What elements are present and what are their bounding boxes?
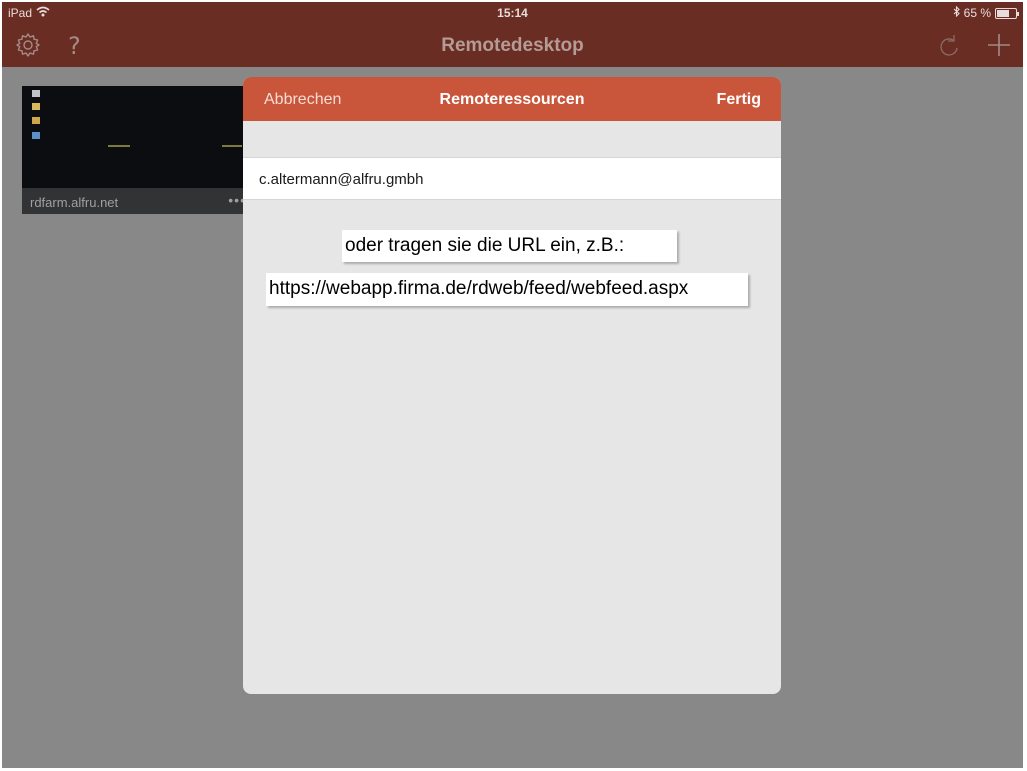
- email-field[interactable]: c.altermann@alfru.gmbh: [243, 157, 781, 200]
- status-right: 65 %: [953, 5, 1019, 20]
- email-value: c.altermann@alfru.gmbh: [259, 171, 424, 188]
- status-bar: iPad 15:14 65 %: [2, 2, 1023, 24]
- folder-icon: [32, 117, 40, 124]
- desktop-tile-caption: rdfarm.alfru.net •••: [22, 188, 252, 214]
- plus-icon[interactable]: [987, 33, 1011, 62]
- battery-icon: [995, 7, 1019, 19]
- sheet-header: Abbrechen Remoteressourcen Fertig: [243, 77, 781, 121]
- taskbar-item: [108, 145, 130, 147]
- done-button[interactable]: Fertig: [717, 91, 761, 109]
- nav-title: Remotedesktop: [441, 35, 584, 56]
- bluetooth-icon: [953, 5, 960, 20]
- sheet-title: Remoteressourcen: [439, 91, 585, 108]
- desktop-name: rdfarm.alfru.net: [30, 195, 119, 210]
- app-icon: [32, 132, 40, 139]
- redo-arrow-icon[interactable]: [937, 35, 961, 62]
- battery-percentage: 65 %: [963, 6, 991, 20]
- clock: 15:14: [497, 6, 528, 20]
- desktop-tile[interactable]: rdfarm.alfru.net •••: [22, 86, 252, 214]
- folder-icon: [32, 103, 40, 110]
- taskbar-item: [222, 145, 242, 147]
- app-screen: iPad 15:14 65 % ? Remotedesktop rdfarm.a…: [2, 2, 1023, 768]
- top-bar: iPad 15:14 65 % ? Remotedesktop: [2, 2, 1023, 67]
- example-url-callout: https://webapp.firma.de/rdweb/feed/webfe…: [266, 273, 748, 306]
- url-hint-callout: oder tragen sie die URL ein, z.B.:: [342, 230, 677, 262]
- remote-resources-sheet: Abbrechen Remoteressourcen Fertig c.alte…: [243, 77, 781, 694]
- recycle-bin-icon: [32, 90, 40, 97]
